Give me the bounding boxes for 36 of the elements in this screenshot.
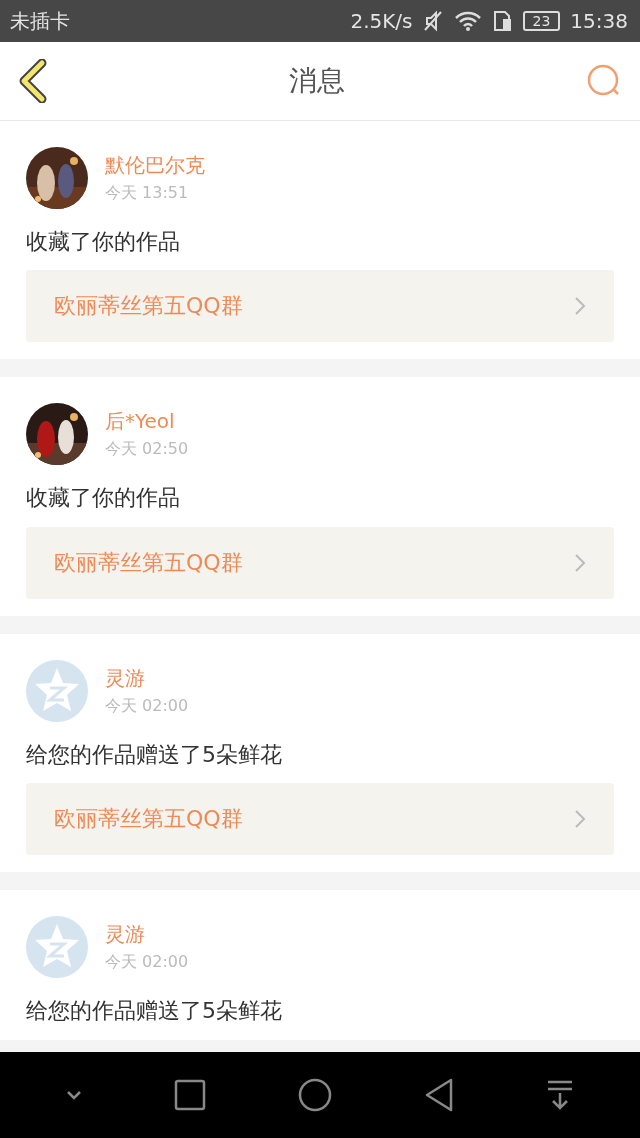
group-name: 欧丽蒂丝第五QQ群 bbox=[54, 804, 243, 833]
user-name[interactable]: 默伦巴尔克 bbox=[105, 152, 205, 179]
network-speed: 2.5K/s bbox=[350, 9, 413, 33]
message-text: 给您的作品赠送了5朵鲜花 bbox=[26, 997, 283, 1024]
mute-icon bbox=[422, 10, 443, 32]
chevron-down-icon[interactable] bbox=[66, 1090, 82, 1100]
page-title: 消息 bbox=[289, 63, 345, 99]
chevron-right-icon bbox=[574, 808, 586, 829]
group-link[interactable]: 欧丽蒂丝第五QQ群 bbox=[26, 782, 614, 855]
user-name[interactable]: 灵游 bbox=[105, 664, 189, 692]
group-name: 欧丽蒂丝第五QQ群 bbox=[54, 548, 243, 577]
default-avatar-icon bbox=[26, 915, 88, 978]
recents-icon[interactable] bbox=[174, 1079, 206, 1111]
sim-icon bbox=[492, 10, 513, 32]
timestamp: 今天 02:50 bbox=[105, 439, 189, 461]
chevron-right-icon bbox=[574, 296, 586, 317]
group-name: 欧丽蒂丝第五QQ群 bbox=[54, 292, 243, 321]
home-icon[interactable] bbox=[298, 1078, 332, 1112]
clock: 15:38 bbox=[570, 9, 628, 33]
pull-down-icon[interactable] bbox=[546, 1079, 574, 1111]
carrier-text: 未插卡 bbox=[10, 7, 70, 35]
user-name[interactable]: 灵游 bbox=[105, 920, 189, 948]
back-icon[interactable] bbox=[424, 1078, 454, 1112]
timestamp: 今天 13:51 bbox=[105, 183, 190, 204]
group-link[interactable]: 欧丽蒂丝第五QQ群 bbox=[26, 526, 614, 599]
chevron-right-icon bbox=[574, 552, 586, 573]
battery-icon: 23 bbox=[522, 11, 561, 31]
default-avatar-icon bbox=[26, 659, 88, 722]
message-text: 收藏了你的作品 bbox=[26, 229, 181, 255]
timestamp: 今天 02:00 bbox=[105, 951, 189, 973]
back-icon[interactable] bbox=[18, 59, 48, 103]
message-text: 给您的作品赠送了5朵鲜花 bbox=[26, 741, 283, 767]
group-link[interactable]: 欧丽蒂丝第五QQ群 bbox=[26, 270, 614, 343]
user-name[interactable]: 后*Yeol bbox=[105, 408, 189, 436]
message-text: 收藏了你的作品 bbox=[26, 485, 181, 511]
timestamp: 今天 02:00 bbox=[105, 695, 189, 717]
